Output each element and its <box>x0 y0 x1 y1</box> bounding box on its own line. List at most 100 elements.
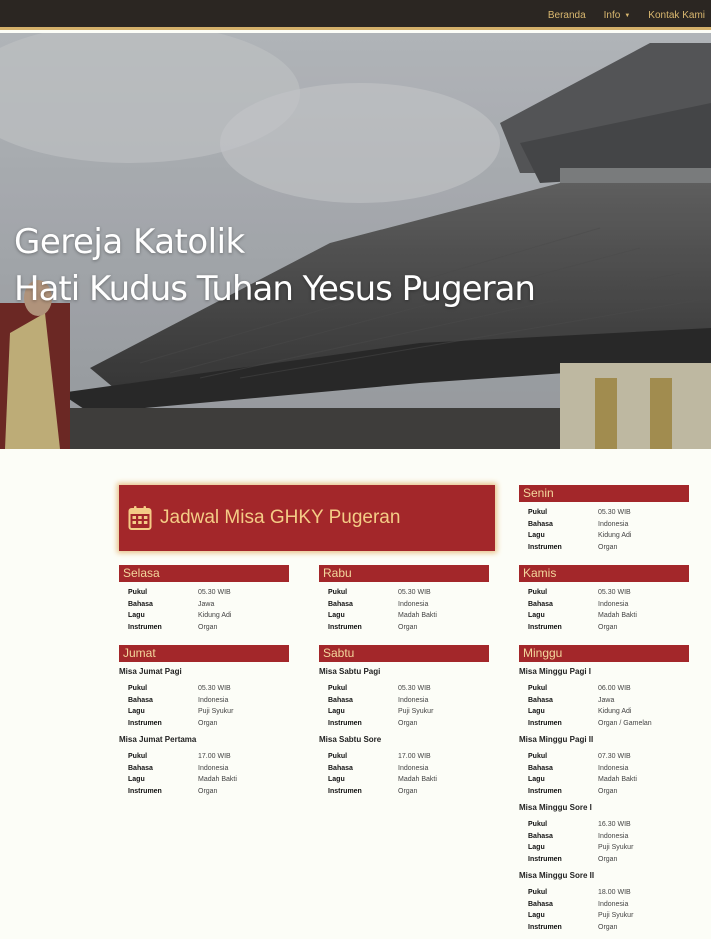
row-bahasa: Bahasa Indonesia <box>519 519 689 531</box>
label-instrumen: Instrumen <box>528 543 562 551</box>
row-pukul: Pukul 17.00 WIB <box>119 751 289 763</box>
value-instrumen: Organ <box>398 787 418 795</box>
value-bahasa: Indonesia <box>398 764 429 772</box>
label-pukul: Pukul <box>128 589 148 596</box>
label-lagu: Lagu <box>128 708 145 715</box>
mass-title: Misa Minggu Sore I <box>519 803 592 812</box>
caret-down-icon: ▼ <box>624 12 631 19</box>
nav-menu: Beranda Info ▼ Kontak Kami <box>530 0 705 30</box>
value-pukul: 05.30 WIB <box>398 589 431 596</box>
value-instrumen: Organ <box>198 719 218 727</box>
nav-item-info[interactable]: Info ▼ <box>604 10 631 21</box>
value-pukul: 17.00 WIB <box>198 753 231 760</box>
row-instrumen: Instrumen Organ <box>519 922 689 934</box>
value-pukul: 16.30 WIB <box>598 821 631 828</box>
label-bahasa: Bahasa <box>328 696 353 704</box>
label-lagu: Lagu <box>328 776 345 783</box>
value-pukul: 17.00 WIB <box>398 753 431 760</box>
row-bahasa: Bahasa Indonesia <box>319 599 489 611</box>
nav-item-kontak-kami[interactable]: Kontak Kami <box>648 10 705 21</box>
label-bahasa: Bahasa <box>528 600 553 608</box>
row-instrumen: Instrumen Organ <box>119 622 289 634</box>
value-pukul: 06.00 WIB <box>598 685 631 692</box>
label-pukul: Pukul <box>328 589 348 596</box>
value-pukul: 05.30 WIB <box>598 509 631 516</box>
value-bahasa: Indonesia <box>598 520 629 528</box>
label-pukul: Pukul <box>528 753 548 760</box>
value-lagu: Puji Syukur <box>398 708 434 715</box>
value-bahasa: Jawa <box>198 600 215 608</box>
label-bahasa: Bahasa <box>528 764 553 772</box>
value-lagu: Madah Bakti <box>398 612 437 619</box>
label-bahasa: Bahasa <box>528 520 553 528</box>
value-instrumen: Organ <box>198 623 218 631</box>
day-card-selasa: Selasa Pukul 05.30 WIB Bahasa Jawa Lagu Kid… <box>119 565 289 633</box>
nav-item-beranda[interactable]: Beranda <box>548 10 586 21</box>
day-card-senin: Senin Pukul 05.30 WIB Bahasa Indonesia Lag… <box>519 485 689 553</box>
row-pukul: Pukul 17.00 WIB <box>319 751 489 763</box>
row-bahasa: Bahasa Indonesia <box>519 899 689 911</box>
label-instrumen: Instrumen <box>328 719 362 727</box>
row-bahasa: Bahasa Indonesia <box>519 599 689 611</box>
value-pukul: 05.30 WIB <box>598 589 631 596</box>
label-instrumen: Instrumen <box>528 787 562 795</box>
hero-title-line2: Hati Kudus Tuhan Yesus Pugeran <box>14 269 536 309</box>
label-instrumen: Instrumen <box>328 787 362 795</box>
value-pukul: 05.30 WIB <box>198 589 231 596</box>
label-pukul: Pukul <box>128 685 148 692</box>
label-lagu: Lagu <box>528 612 545 619</box>
value-lagu: Madah Bakti <box>198 776 237 783</box>
day-header: Jumat <box>119 645 289 662</box>
value-pukul: 07.30 WIB <box>598 753 631 760</box>
label-bahasa: Bahasa <box>328 764 353 772</box>
day-card-minggu: Minggu Misa Minggu Pagi I Pukul 06.00 WIB… <box>519 645 689 933</box>
label-bahasa: Bahasa <box>128 764 153 772</box>
row-instrumen: Instrumen Organ <box>519 542 689 554</box>
mass-title: Misa Sabtu Sore <box>319 735 382 744</box>
row-instrumen: Instrumen Organ <box>319 786 489 798</box>
nav-item-info-label: Info <box>603 9 621 21</box>
navbar: Beranda Info ▼ Kontak Kami <box>0 0 711 30</box>
label-lagu: Lagu <box>528 844 545 851</box>
value-lagu: Puji Syukur <box>598 912 634 919</box>
label-instrumen: Instrumen <box>528 719 562 727</box>
row-lagu: Lagu Puji Syukur <box>519 842 689 854</box>
row-instrumen: Instrumen Organ <box>519 854 689 866</box>
value-instrumen: Organ <box>398 719 418 727</box>
row-pukul: Pukul 05.30 WIB <box>119 683 289 695</box>
label-instrumen: Instrumen <box>528 923 562 931</box>
value-lagu: Kidung Adi <box>198 612 232 619</box>
hero-banner: Gereja Katolik Hati Kudus Tuhan Yesus Pu… <box>0 33 711 449</box>
value-instrumen: Organ <box>198 787 218 795</box>
value-instrumen: Organ <box>398 623 418 631</box>
row-lagu: Lagu Puji Syukur <box>519 910 689 922</box>
row-lagu: Lagu Madah Bakti <box>519 774 689 786</box>
label-instrumen: Instrumen <box>528 855 562 863</box>
day-header: Sabtu <box>319 645 489 662</box>
row-bahasa: Bahasa Indonesia <box>519 763 689 775</box>
value-lagu: Puji Syukur <box>198 708 234 715</box>
value-pukul: 05.30 WIB <box>198 685 231 692</box>
label-lagu: Lagu <box>128 776 145 783</box>
mass-title: Misa Jumat Pagi <box>119 667 182 676</box>
label-bahasa: Bahasa <box>528 696 553 704</box>
day-card-sabtu: Sabtu Misa Sabtu Pagi Pukul 05.30 WIB Bah… <box>319 645 489 797</box>
row-bahasa: Bahasa Indonesia <box>319 695 489 707</box>
label-pukul: Pukul <box>128 753 148 760</box>
value-lagu: Puji Syukur <box>598 844 634 851</box>
row-bahasa: Bahasa Jawa <box>119 599 289 611</box>
value-pukul: 05.30 WIB <box>398 685 431 692</box>
value-bahasa: Indonesia <box>598 832 629 840</box>
row-pukul: Pukul 07.30 WIB <box>519 751 689 763</box>
row-pukul: Pukul 05.30 WIB <box>319 683 489 695</box>
value-lagu: Kidung Adi <box>598 708 632 715</box>
row-lagu: Lagu Kidung Adi <box>519 706 689 718</box>
value-bahasa: Indonesia <box>598 600 629 608</box>
hero-title-line1: Gereja Katolik <box>14 222 245 262</box>
mass-title: Misa Minggu Pagi II <box>519 735 594 744</box>
label-bahasa: Bahasa <box>528 900 553 908</box>
label-instrumen: Instrumen <box>328 623 362 631</box>
row-pukul: Pukul 05.30 WIB <box>319 587 489 599</box>
label-instrumen: Instrumen <box>128 623 162 631</box>
label-instrumen: Instrumen <box>128 719 162 727</box>
